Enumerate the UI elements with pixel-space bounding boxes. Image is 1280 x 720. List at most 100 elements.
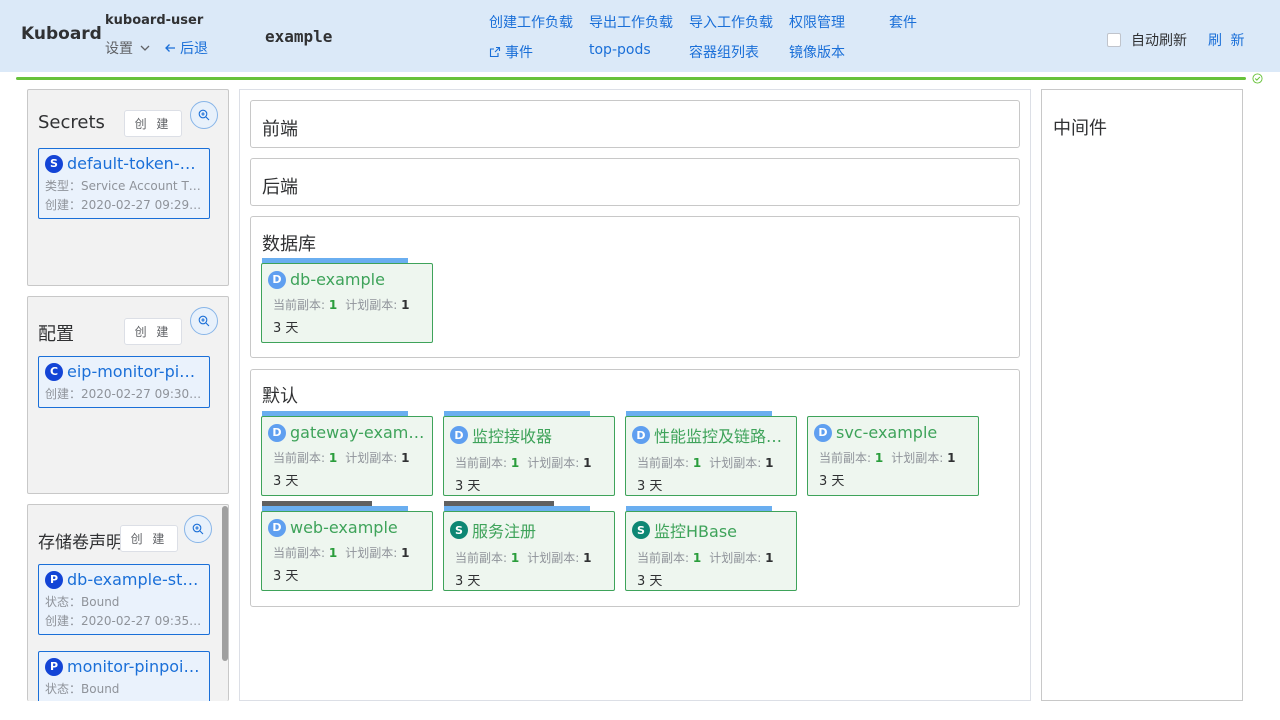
workload-name: 性能监控及链路… (654, 427, 783, 446)
group-title: 默认 (262, 386, 298, 407)
pvc-badge: P (45, 570, 63, 589)
group-title: 前端 (262, 119, 298, 140)
secret-type: 类型：Service Account T… (45, 179, 201, 193)
workload-name: db-example (290, 270, 385, 289)
workload-badge: D (632, 426, 650, 444)
zoom-configs-button[interactable] (190, 307, 218, 335)
workload-replicas: 当前副本: 1 计划副本: 1 (637, 551, 774, 565)
workload-progress-bar (444, 411, 590, 416)
workload-badge: D (450, 426, 468, 444)
pvc-name: monitor-pinpoin… (67, 657, 203, 676)
workload-progress-bar (262, 506, 408, 511)
auto-refresh-checkbox[interactable] (1107, 33, 1121, 47)
secret-card[interactable]: S default-token-hs… 类型：Service Account T… (38, 148, 210, 219)
workload-name: gateway-example (290, 423, 426, 442)
workload-replicas: 当前副本: 1 计划副本: 1 (637, 456, 774, 470)
zoom-in-icon (192, 523, 204, 535)
menu-import-workload[interactable]: 导入工作负载 (689, 12, 773, 32)
workload-name: 监控接收器 (472, 427, 553, 446)
back-button[interactable]: 后退 (164, 38, 208, 58)
workload-age: 3 天 (273, 321, 299, 336)
loading-progress-bar (16, 77, 1246, 80)
workload-card[interactable]: S 监控HBase 当前副本: 1 计划副本: 1 3 天 (625, 506, 797, 591)
menu-suite[interactable]: 套件 (889, 12, 917, 32)
chevron-down-icon (140, 45, 150, 51)
pvc-title: 存储卷声明 (38, 533, 123, 553)
settings-label: 设置 (105, 41, 133, 57)
settings-dropdown[interactable]: 设置 (105, 38, 151, 58)
workload-card[interactable]: D 监控接收器 当前副本: 1 计划副本: 1 3 天 (443, 411, 615, 496)
workload-replicas: 当前副本: 1 计划副本: 1 (455, 551, 592, 565)
workload-progress-bar (444, 506, 590, 511)
auto-refresh-toggle[interactable]: 自动刷新 (1107, 30, 1187, 50)
create-secret-button[interactable]: 创 建 (124, 110, 182, 137)
workload-name: web-example (290, 518, 398, 537)
workload-name: 服务注册 (472, 522, 537, 541)
menu-image-versions[interactable]: 镜像版本 (789, 42, 845, 62)
group-title: 后端 (262, 177, 298, 198)
pvc-name: db-example-sto… (67, 570, 203, 589)
back-label: 后退 (180, 41, 208, 57)
menu-events[interactable]: 事件 (489, 42, 533, 62)
configs-title: 配置 (38, 324, 74, 345)
sidebar-scrollbar[interactable] (222, 506, 228, 661)
workload-age: 3 天 (455, 479, 481, 494)
create-config-button[interactable]: 创 建 (124, 318, 182, 345)
workload-card[interactable]: D 性能监控及链路… 当前副本: 1 计划副本: 1 3 天 (625, 411, 797, 496)
workload-badge: D (268, 423, 286, 442)
pvc-panel: 存储卷声明 创 建 P db-example-sto… 状态：Bound 创建：… (27, 504, 229, 701)
workload-name: 监控HBase (654, 522, 737, 541)
check-circle-icon (1252, 73, 1263, 84)
workload-progress-bar (262, 258, 408, 263)
workload-card[interactable]: D web-example 当前副本: 1 计划副本: 1 3 天 (261, 501, 433, 591)
group-frontend: 前端 (250, 100, 1020, 148)
create-pvc-button[interactable]: 创 建 (120, 525, 178, 552)
zoom-in-icon (198, 109, 210, 121)
menu-top-pods[interactable]: top-pods (589, 42, 651, 58)
workload-badge: S (450, 521, 468, 539)
workload-age: 3 天 (273, 474, 299, 489)
workload-badge: D (268, 518, 286, 537)
pvc-status: 状态：Bound (45, 595, 120, 609)
workload-replicas: 当前副本: 1 计划副本: 1 (273, 451, 410, 465)
config-created: 创建：2020-02-27 09:30:39 (45, 387, 203, 401)
secrets-panel: Secrets 创 建 S default-token-hs… 类型：Servi… (27, 89, 229, 286)
zoom-secrets-button[interactable] (190, 101, 218, 129)
pvc-card[interactable]: P monitor-pinpoin… 状态：Bound (38, 651, 210, 701)
workload-card[interactable]: D svc-example 当前副本: 1 计划副本: 1 3 天 (807, 416, 979, 496)
secrets-title: Secrets (38, 112, 105, 133)
workload-replicas: 当前副本: 1 计划副本: 1 (455, 456, 592, 470)
config-card[interactable]: C eip-monitor-pin… 创建：2020-02-27 09:30:3… (38, 356, 210, 408)
workload-age: 3 天 (455, 574, 481, 589)
secret-created: 创建：2020-02-27 09:29:40 (45, 198, 203, 212)
current-user: kuboard-user (105, 13, 204, 28)
workload-card[interactable]: S 服务注册 当前副本: 1 计划副本: 1 3 天 (443, 501, 615, 591)
workload-age: 3 天 (637, 479, 663, 494)
workload-progress-bar (626, 506, 772, 511)
menu-pod-list[interactable]: 容器组列表 (689, 42, 759, 62)
menu-create-workload[interactable]: 创建工作负载 (489, 12, 573, 32)
workload-card[interactable]: D gateway-example 当前副本: 1 计划副本: 1 3 天 (261, 411, 433, 496)
external-link-icon (489, 46, 501, 58)
config-name: eip-monitor-pin… (67, 362, 203, 381)
group-title: 数据库 (262, 234, 316, 255)
workload-badge: D (814, 423, 832, 442)
workload-age: 3 天 (273, 569, 299, 584)
workload-progress-bar (626, 411, 772, 416)
menu-export-workload[interactable]: 导出工作负载 (589, 12, 673, 32)
middleware-panel: 中间件 (1041, 89, 1243, 701)
zoom-pvc-button[interactable] (184, 515, 212, 543)
pvc-badge: P (45, 657, 63, 676)
refresh-button[interactable]: 刷 新 (1208, 30, 1246, 50)
pvc-status: 状态：Bound (45, 682, 120, 696)
secret-badge: S (45, 154, 63, 173)
pvc-card[interactable]: P db-example-sto… 状态：Bound 创建：2020-02-27… (38, 564, 210, 635)
workload-progress-bar (262, 411, 408, 416)
namespace-title: example (265, 27, 333, 46)
menu-permissions[interactable]: 权限管理 (789, 12, 845, 32)
top-header: Kuboard kuboard-user 设置 后退 example 创建工作负… (0, 0, 1280, 72)
workload-card[interactable]: D db-example 当前副本: 1 计划副本: 1 3 天 (261, 258, 433, 343)
workload-age: 3 天 (819, 474, 845, 489)
brand-logo[interactable]: Kuboard (21, 24, 102, 44)
config-badge: C (45, 362, 63, 381)
